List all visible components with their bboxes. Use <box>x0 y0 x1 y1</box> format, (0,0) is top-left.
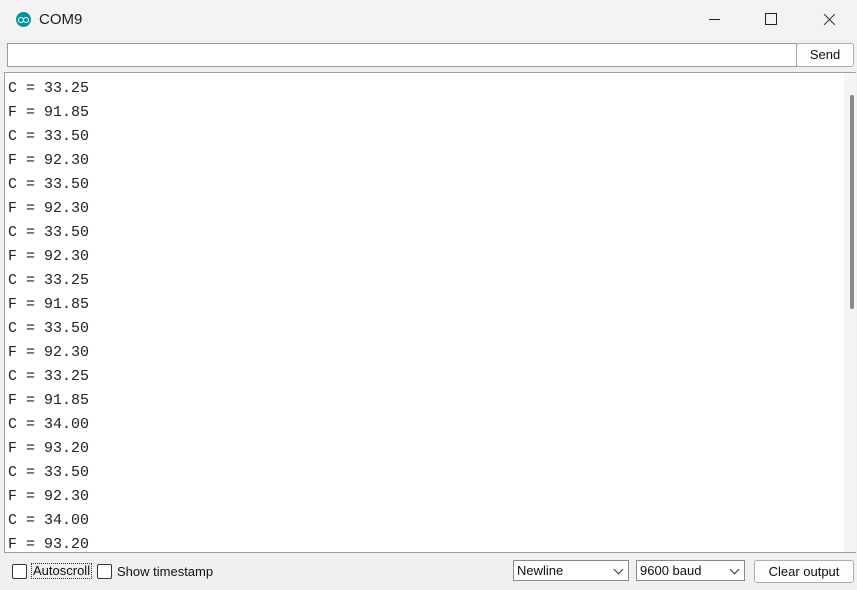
clear-output-button[interactable]: Clear output <box>754 560 854 583</box>
output-line: F = 91.85 <box>8 392 90 409</box>
output-lines: C = 33.25 F = 91.85 C = 33.50 F = 92.30 C = … <box>8 77 90 553</box>
output-line: F = 93.20 <box>8 440 90 457</box>
output-line: F = 92.30 <box>8 344 90 361</box>
close-icon[interactable] <box>800 0 857 40</box>
output-line: F = 91.85 <box>8 104 90 121</box>
output-line: F = 92.30 <box>8 488 90 505</box>
output-line: C = 33.50 <box>8 464 90 481</box>
window-title: COM9 <box>39 11 83 28</box>
output-line: C = 34.00 <box>8 416 90 433</box>
autoscroll-checkbox[interactable] <box>12 564 27 579</box>
serial-output[interactable]: C = 33.25 F = 91.85 C = 33.50 F = 92.30 C = … <box>4 72 856 553</box>
output-line: C = 33.50 <box>8 224 90 241</box>
line-ending-select[interactable]: Newline <box>513 560 629 581</box>
baud-rate-value: 9600 baud <box>640 563 702 578</box>
output-line: C = 33.25 <box>8 272 90 289</box>
output-line: F = 93.20 <box>8 536 90 553</box>
chevron-down-icon <box>729 564 740 575</box>
output-line: C = 33.50 <box>8 128 90 145</box>
output-line: C = 34.00 <box>8 512 90 529</box>
output-line: C = 33.25 <box>8 80 90 97</box>
chevron-down-icon <box>613 564 624 575</box>
send-button[interactable]: Send <box>796 43 854 67</box>
show-timestamp-checkbox[interactable] <box>97 564 112 579</box>
output-line: F = 92.30 <box>8 200 90 217</box>
send-input[interactable] <box>7 43 797 67</box>
baud-rate-select[interactable]: 9600 baud <box>636 560 745 581</box>
autoscroll-label[interactable]: Autoscroll <box>31 563 93 579</box>
output-line: C = 33.50 <box>8 320 90 337</box>
show-timestamp-label[interactable]: Show timestamp <box>117 564 213 579</box>
maximize-icon[interactable] <box>742 0 800 40</box>
output-line: F = 91.85 <box>8 296 90 313</box>
scrollbar-thumb[interactable] <box>850 95 854 309</box>
title-bar: COM9 <box>0 0 857 40</box>
output-line: C = 33.25 <box>8 368 90 385</box>
arduino-logo-icon <box>16 12 31 27</box>
minimize-icon[interactable] <box>685 0 743 40</box>
line-ending-value: Newline <box>517 563 564 578</box>
output-line: F = 92.30 <box>8 152 90 169</box>
output-line: F = 92.30 <box>8 248 90 265</box>
output-line: C = 33.50 <box>8 176 90 193</box>
footer-bar: Autoscroll Show timestamp Newline 9600 b… <box>0 553 857 590</box>
scrollbar[interactable] <box>844 73 856 552</box>
